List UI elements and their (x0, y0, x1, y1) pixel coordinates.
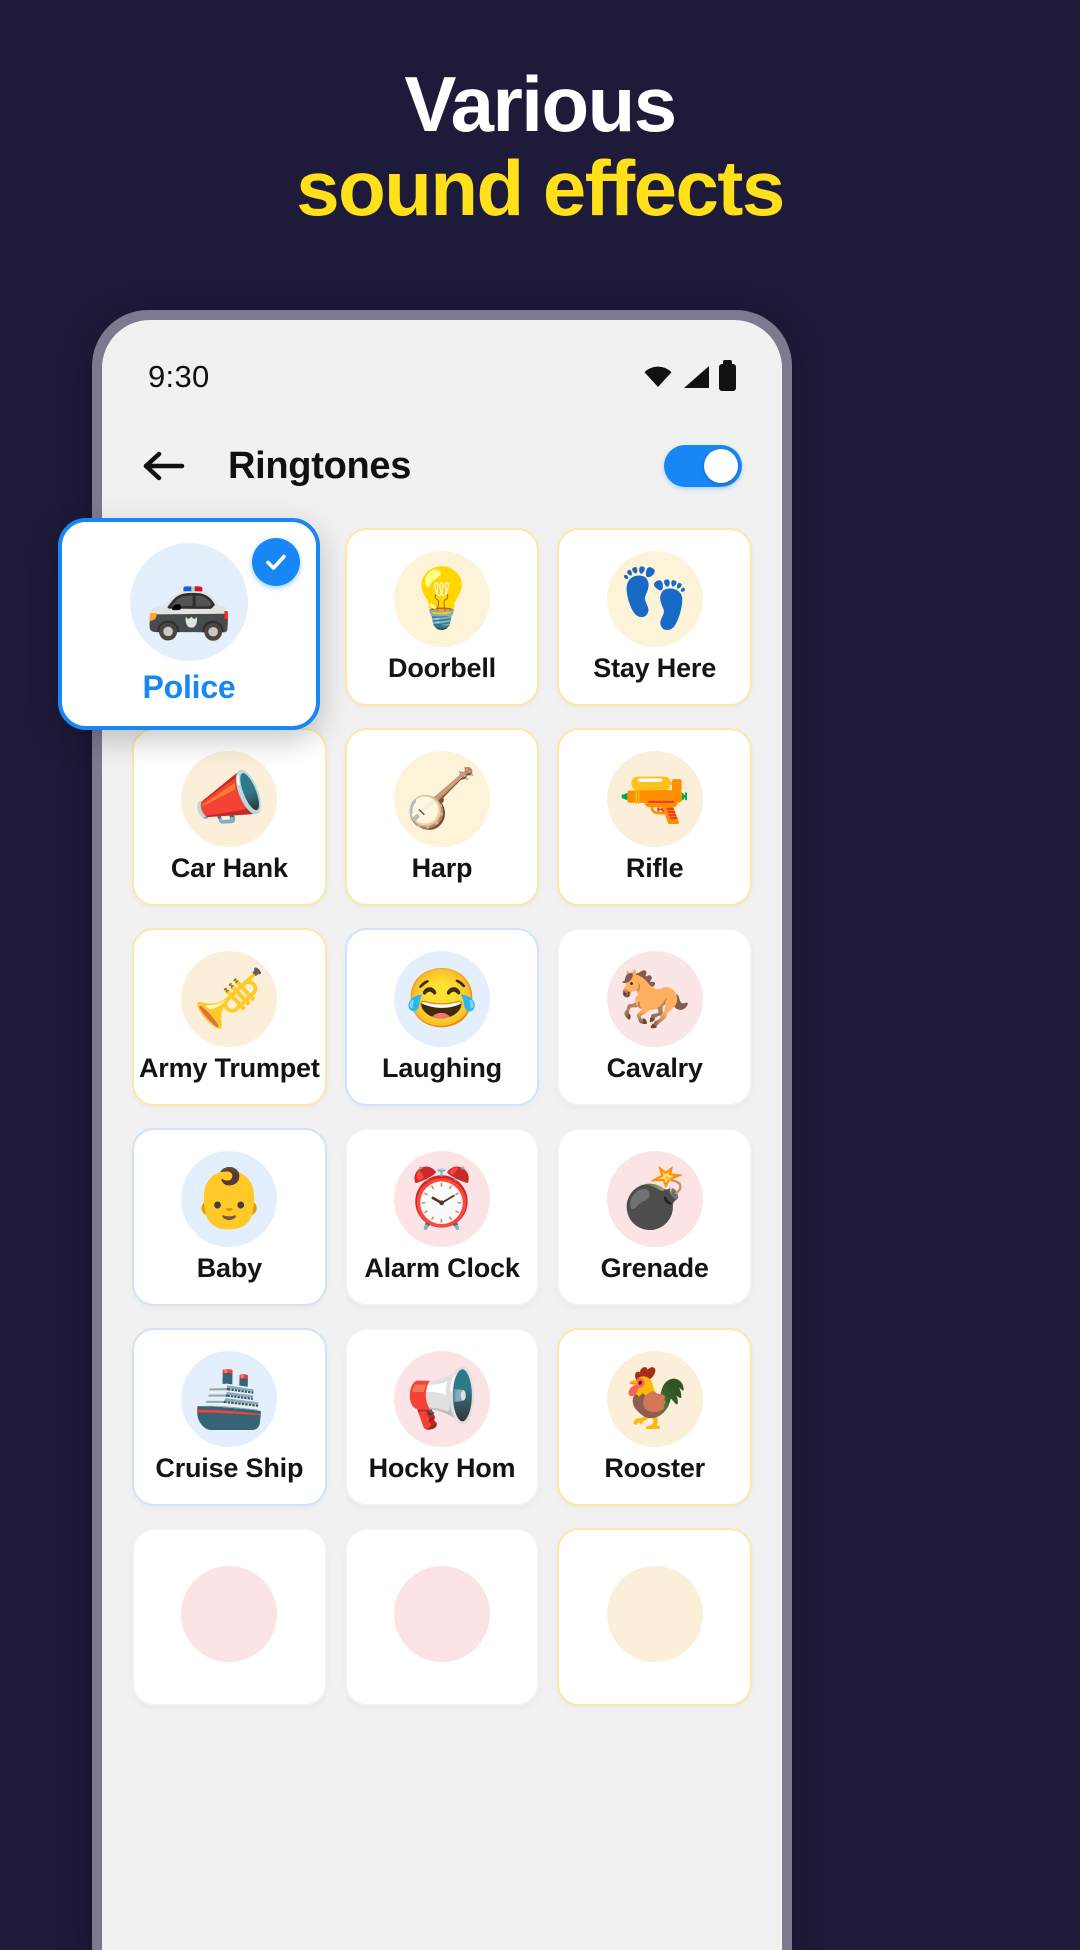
ringtone-card-label: Police (142, 668, 236, 705)
cellular-signal-icon (682, 365, 710, 389)
ringtone-card[interactable]: 🪕 Harp (344, 728, 540, 906)
status-icons (643, 359, 736, 391)
ringtone-card-empty[interactable] (132, 1528, 327, 1706)
baby-emoji: 👶 (181, 1150, 278, 1247)
ringtone-card[interactable]: 📢 Hocky Hom (344, 1328, 540, 1506)
ringtone-card[interactable]: 🐓 Rooster (557, 1328, 752, 1506)
back-arrow-icon[interactable] (138, 440, 190, 492)
nav-bar: Ringtones (102, 416, 782, 516)
row-partial-1 (181, 1566, 278, 1662)
row-partial-2 (393, 1566, 490, 1662)
ringtone-card-label: Rifle (625, 852, 684, 883)
ringtone-card-label: Laughing (382, 1052, 502, 1083)
battery-full-icon (719, 359, 736, 391)
page-headline: Various sound effects (0, 60, 1080, 233)
ringtone-card[interactable]: 💣 Grenade (557, 1128, 752, 1306)
ringtone-card-label: Doorbell (388, 652, 496, 683)
ringtone-card-label: Car Hank (170, 852, 288, 883)
headline-line-2: sound effects (296, 144, 785, 233)
ringtone-card-empty[interactable] (557, 1528, 752, 1706)
rooster-emoji: 🐓 (606, 1350, 703, 1447)
ringtone-card-label: Cavalry (606, 1052, 703, 1083)
loudspeaker-emoji: 📢 (393, 1350, 490, 1447)
ringtone-card-label: Army Trumpet (139, 1052, 320, 1083)
doorbell-emoji: 💡 (393, 550, 490, 647)
page-title: Ringtones (228, 444, 412, 487)
wifi-icon (643, 366, 673, 388)
row-partial-3 (606, 1566, 703, 1662)
police-car-emoji: 🚓 (130, 542, 248, 661)
ringtone-card[interactable]: 🔫 Rifle (557, 728, 752, 906)
status-bar: 9:30 (102, 320, 782, 416)
ringtone-card[interactable]: ⏰ Alarm Clock (344, 1128, 540, 1306)
horse-emoji: 🐎 (606, 950, 703, 1047)
laughing-emoji: 😂 (393, 950, 490, 1047)
trumpet-emoji: 🎺 (181, 950, 278, 1047)
ringtone-card-label: Harp (411, 852, 473, 883)
toggle-knob (704, 449, 738, 483)
ringtone-card[interactable]: 🎺 Army Trumpet (132, 928, 327, 1106)
megaphone-emoji: 📣 (181, 750, 278, 847)
ringtone-card-label: Cruise Ship (155, 1452, 304, 1483)
ringtone-card-selected[interactable]: 🚓 Police (58, 518, 320, 730)
harp-emoji: 🪕 (393, 750, 490, 847)
ringtone-card-label: Grenade (600, 1252, 709, 1283)
ringtone-card[interactable]: 💡 Doorbell (344, 528, 540, 706)
alarm-clock-emoji: ⏰ (393, 1150, 490, 1247)
check-icon (252, 538, 300, 586)
sound-toggle[interactable] (664, 445, 742, 487)
ringtone-card[interactable]: 🚢 Cruise Ship (132, 1328, 327, 1506)
ringtone-card[interactable]: 😂 Laughing (344, 928, 540, 1106)
ship-emoji: 🚢 (181, 1350, 278, 1447)
ringtone-card-label: Baby (196, 1252, 262, 1283)
ringtone-card-label: Hocky Hom (368, 1452, 516, 1483)
ringtone-card[interactable]: 👣 Stay Here (557, 528, 752, 706)
footprints-emoji: 👣 (606, 550, 703, 647)
ringtone-card[interactable]: 👶 Baby (132, 1128, 327, 1306)
status-time: 9:30 (148, 359, 210, 394)
rifle-emoji: 🔫 (606, 750, 703, 847)
ringtone-card-label: Stay Here (593, 652, 717, 683)
ringtone-card-empty[interactable] (344, 1528, 540, 1706)
headline-line-1: Various (404, 60, 677, 148)
ringtone-card[interactable]: 🐎 Cavalry (557, 928, 752, 1106)
ringtone-card-label: Alarm Clock (364, 1252, 520, 1283)
bomb-emoji: 💣 (606, 1150, 703, 1247)
ringtone-card-label: Rooster (604, 1452, 705, 1483)
ringtone-card[interactable]: 📣 Car Hank (132, 728, 327, 906)
